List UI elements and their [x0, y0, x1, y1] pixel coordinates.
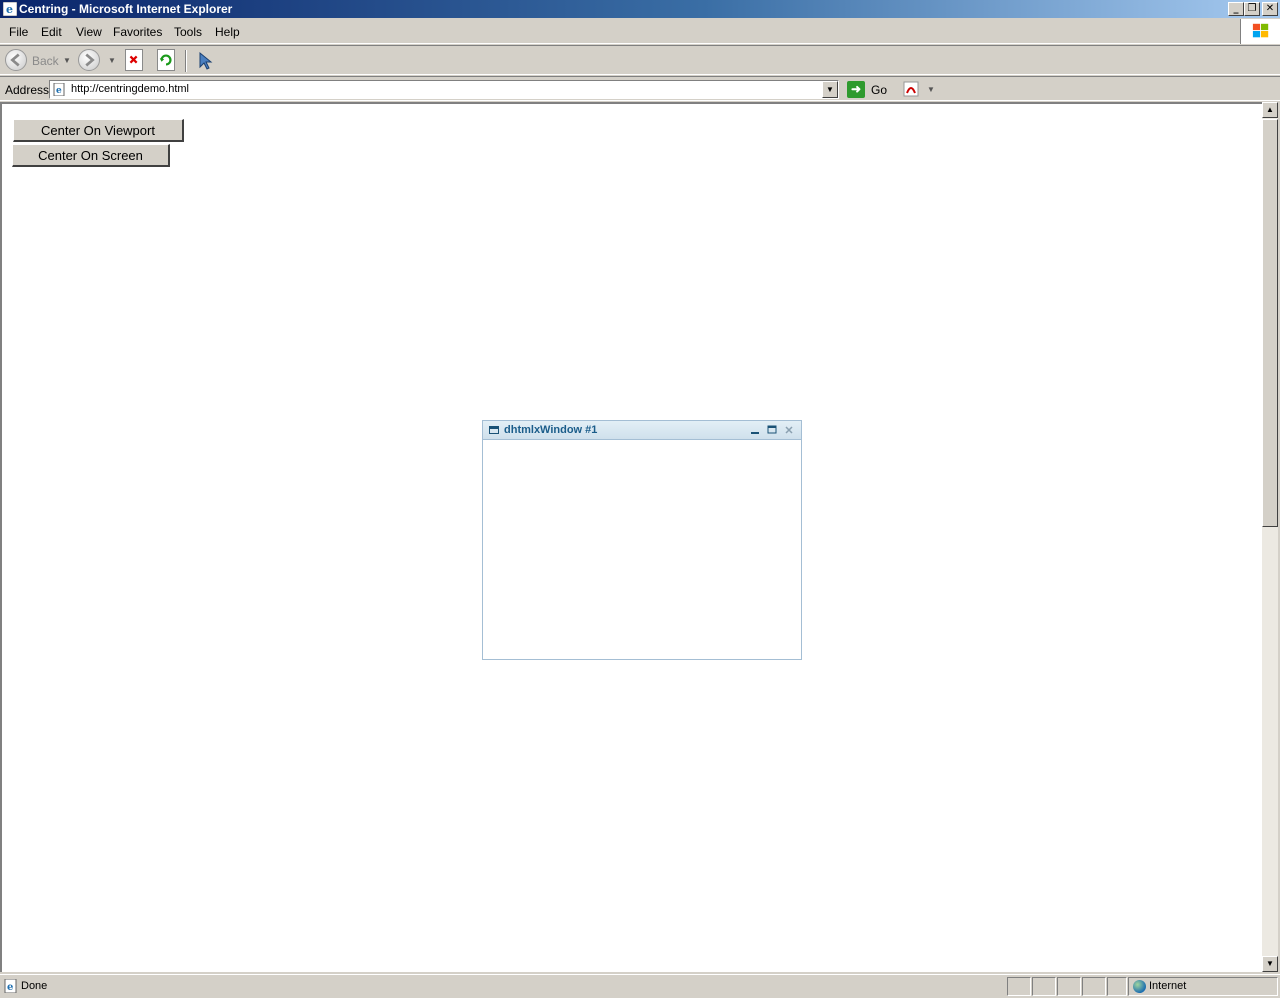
close-icon [785, 426, 793, 434]
acrobat-dropdown-icon[interactable]: ▼ [927, 85, 935, 94]
forward-dropdown-icon[interactable]: ▼ [108, 56, 116, 65]
dhtmlx-window-body [484, 441, 800, 658]
menu-view[interactable]: View [76, 25, 102, 39]
back-button[interactable] [5, 49, 27, 71]
forward-button[interactable] [78, 49, 100, 71]
back-dropdown-icon[interactable]: ▼ [63, 56, 71, 65]
window-title: Centring - Microsoft Internet Explorer [19, 2, 233, 16]
scroll-thumb[interactable] [1262, 119, 1278, 527]
refresh-button[interactable] [157, 49, 175, 71]
acrobat-icon[interactable] [903, 80, 923, 98]
toolbar: Back ▼ ▼ [0, 45, 1280, 75]
status-pane [1107, 977, 1127, 996]
dhtmlx-window-title: dhtmlxWindow #1 [504, 424, 598, 436]
status-pane [1057, 977, 1081, 996]
status-pane [1032, 977, 1056, 996]
minimize-icon [751, 432, 759, 434]
refresh-icon [159, 54, 172, 66]
page-icon: e [53, 83, 65, 96]
menu-tools[interactable]: Tools [174, 25, 202, 39]
ie-logo-icon: e [3, 2, 17, 16]
toolbar-separator [185, 50, 187, 72]
cursor-tool-icon[interactable] [194, 51, 216, 71]
address-dropdown-icon[interactable]: ▼ [822, 81, 838, 98]
dhtmlx-window-header[interactable]: dhtmlxWindow #1 [483, 421, 801, 440]
menu-file[interactable]: File [9, 25, 28, 39]
forward-arrow-icon [85, 53, 95, 67]
scroll-down-icon[interactable]: ▼ [1262, 956, 1278, 972]
dhtmlx-minimize-icon[interactable] [749, 424, 761, 436]
back-arrow-icon [10, 53, 20, 67]
stop-icon [129, 55, 138, 64]
status-pane [1082, 977, 1106, 996]
ie-window: e Centring - Microsoft Internet Explorer… [0, 0, 1280, 998]
zone-pane[interactable]: Internet [1128, 977, 1278, 996]
stop-button[interactable] [125, 49, 143, 71]
back-label[interactable]: Back [32, 54, 59, 68]
address-url[interactable]: http://centringdemo.html [71, 83, 189, 95]
svg-text:e: e [56, 86, 62, 96]
vertical-scrollbar[interactable]: ▲ ▼ [1262, 102, 1278, 972]
page-status-icon: e [4, 979, 17, 993]
window-icon [489, 426, 499, 434]
status-pane [1007, 977, 1031, 996]
scroll-up-icon[interactable]: ▲ [1262, 102, 1278, 118]
address-input[interactable]: e http://centringdemo.html ▼ [49, 80, 839, 99]
address-label: Address [5, 83, 50, 97]
status-bar: e Done Internet [0, 974, 1280, 998]
dhtmlx-maximize-icon[interactable] [766, 424, 778, 436]
minimize-button[interactable]: _ [1228, 2, 1244, 16]
globe-icon [1133, 980, 1146, 993]
svg-text:e: e [6, 3, 13, 16]
menu-help[interactable]: Help [215, 25, 240, 39]
menu-bar: File Edit View Favorites Tools Help [0, 19, 1280, 44]
dhtmlx-close-icon[interactable] [783, 424, 795, 436]
menu-edit[interactable]: Edit [41, 25, 62, 39]
windows-flag-logo [1240, 19, 1280, 44]
status-text: Done [21, 980, 48, 992]
center-on-screen-button[interactable]: Center On Screen [12, 144, 170, 167]
dhtmlx-window[interactable]: dhtmlxWindow #1 [482, 420, 802, 660]
restore-button[interactable]: ❐ [1244, 2, 1260, 16]
go-arrow-icon: ➜ [847, 81, 865, 98]
close-button[interactable]: ✕ [1262, 2, 1278, 16]
windows-flag-icon [1252, 23, 1269, 38]
maximize-icon [767, 425, 777, 434]
svg-text:e: e [7, 982, 13, 993]
center-on-viewport-button[interactable]: Center On Viewport [13, 119, 184, 142]
go-label[interactable]: Go [871, 83, 887, 97]
menu-favorites[interactable]: Favorites [113, 25, 162, 39]
zone-text: Internet [1149, 980, 1187, 992]
title-bar: e Centring - Microsoft Internet Explorer… [0, 0, 1280, 18]
address-bar: Address e http://centringdemo.html ▼ ➜ G… [0, 76, 1280, 101]
